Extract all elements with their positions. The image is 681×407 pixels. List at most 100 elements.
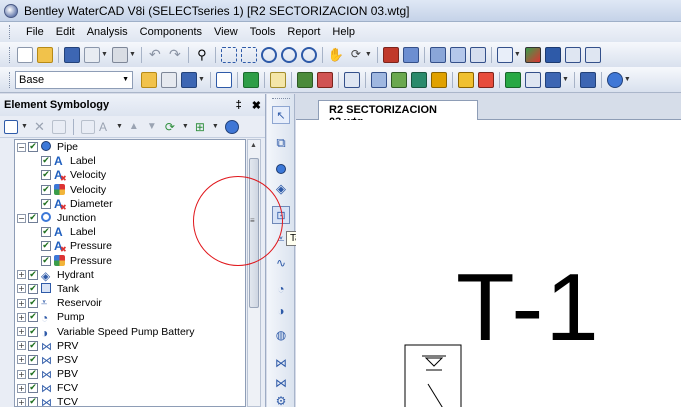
visibility-checkbox[interactable]: ✔ <box>41 184 51 195</box>
menu-tools[interactable]: Tools <box>244 26 282 38</box>
tree-node-symbology[interactable]: ✔ A Label <box>15 154 245 168</box>
page-setup-icon[interactable] <box>84 46 100 63</box>
calculation-options-icon[interactable] <box>181 71 197 88</box>
expand-toggle-icon[interactable]: + <box>17 397 26 406</box>
wave-icon[interactable]: ∿ <box>272 254 290 272</box>
tree-node-element[interactable]: + ✔ ◈ Hydrant <box>15 268 245 283</box>
tree-node-symbology[interactable]: ✔ A ✖ Velocity <box>15 168 245 183</box>
visibility-checkbox[interactable]: ✔ <box>41 170 51 181</box>
flextables-icon[interactable] <box>429 46 446 63</box>
chevron-down-icon[interactable]: ▼ <box>624 76 631 83</box>
zoom-window-icon[interactable] <box>240 46 257 63</box>
zoom-out-icon[interactable] <box>280 46 297 63</box>
tank-label[interactable]: T-1 <box>456 260 601 356</box>
tree-node-element[interactable]: + ✔ ◑ Variable Speed Pump Battery <box>15 324 245 340</box>
rename-icon[interactable] <box>80 119 95 134</box>
properties-icon[interactable] <box>51 119 66 134</box>
close-icon[interactable]: ✖ <box>252 99 261 112</box>
named-views-icon[interactable] <box>564 46 581 63</box>
chevron-down-icon[interactable]: ▼ <box>365 51 372 58</box>
skelebrator-icon[interactable] <box>504 71 521 88</box>
chevron-down-icon[interactable]: ▼ <box>514 51 521 58</box>
junction-icon[interactable] <box>272 160 290 178</box>
controls-icon[interactable] <box>296 71 313 88</box>
toolbar-grip[interactable] <box>9 46 12 63</box>
darwin-designer-icon[interactable] <box>410 71 427 88</box>
visibility-checkbox[interactable]: ✔ <box>28 326 38 337</box>
expand-all-icon[interactable]: ⟳ <box>165 120 179 134</box>
visibility-checkbox[interactable]: ✔ <box>28 340 38 351</box>
components-icon[interactable] <box>343 71 360 88</box>
compute-icon[interactable] <box>242 71 259 88</box>
refresh-icon[interactable]: ⟳ <box>348 47 364 63</box>
visibility-checkbox[interactable]: ✔ <box>28 142 38 153</box>
pump-icon[interactable]: ◔ <box>272 280 290 298</box>
alternatives-icon[interactable] <box>161 71 177 88</box>
zoom-extents-icon[interactable] <box>220 46 237 63</box>
spot-elevation-icon[interactable]: ⚙ <box>272 392 290 407</box>
help-icon[interactable] <box>224 119 239 134</box>
menu-analysis[interactable]: Analysis <box>81 26 134 38</box>
open-folder-icon[interactable] <box>37 46 53 63</box>
symbology-tree[interactable]: − ✔ Pipe ✔ A Label ✔ A ✖ Velocity ✔ Velocity ✔ A ✖ Diam… <box>14 139 246 407</box>
layout-pipe-icon[interactable]: ⧉ <box>272 134 290 152</box>
drawing-canvas[interactable]: T-1 <box>296 120 681 407</box>
help-icon[interactable] <box>606 71 623 88</box>
chevron-down-icon[interactable]: ▼ <box>116 123 123 130</box>
darwin-calibrator-icon[interactable] <box>430 71 447 88</box>
toolbar-grip[interactable] <box>9 71 12 88</box>
pan-icon[interactable]: ✋ <box>328 47 344 63</box>
add-folder-icon[interactable]: ⊞ <box>195 120 209 134</box>
criticality-icon[interactable] <box>477 71 494 88</box>
visibility-checkbox[interactable]: ✔ <box>41 227 51 238</box>
print-icon[interactable] <box>111 46 128 63</box>
expand-toggle-icon[interactable]: + <box>17 284 26 294</box>
chevron-down-icon[interactable]: ▼ <box>562 76 569 83</box>
tree-node-element[interactable]: + ✔ ◔ Pump <box>15 310 245 325</box>
menu-components[interactable]: Components <box>134 26 208 38</box>
element-properties-icon[interactable] <box>382 46 399 63</box>
collapse-toggle-icon[interactable]: − <box>17 142 26 152</box>
visibility-checkbox[interactable]: ✔ <box>28 369 38 380</box>
visibility-checkbox[interactable]: ✔ <box>28 283 38 294</box>
energy-costs-icon[interactable] <box>390 71 407 88</box>
chevron-down-icon[interactable]: ▼ <box>101 51 108 58</box>
zoom-in-icon[interactable] <box>260 46 277 63</box>
select-icon[interactable]: ↖ <box>272 106 290 124</box>
pin-icon[interactable]: ‡ <box>236 99 242 112</box>
expand-toggle-icon[interactable]: + <box>17 355 26 365</box>
chevron-down-icon[interactable]: ▼ <box>182 123 189 130</box>
aerial-view-icon[interactable] <box>584 46 601 63</box>
visibility-checkbox[interactable]: ✔ <box>28 213 38 224</box>
chevron-down-icon[interactable]: ▼ <box>129 51 136 58</box>
delete-icon[interactable]: ✕ <box>34 120 48 134</box>
new-icon[interactable] <box>4 119 18 134</box>
tree-node-element[interactable]: + ✔ ⋈ PSV <box>15 353 245 367</box>
expand-toggle-icon[interactable]: + <box>17 298 26 308</box>
save-icon[interactable] <box>64 46 80 63</box>
tree-node-element[interactable]: + ✔ ⋈ PBV <box>15 367 245 381</box>
thiessen-icon[interactable] <box>524 71 541 88</box>
tab-drawing[interactable]: R2 SECTORIZACION 03.wtg <box>318 100 478 128</box>
new-file-icon[interactable] <box>17 46 33 63</box>
validate-icon[interactable] <box>215 71 232 88</box>
chevron-down-icon[interactable]: ▼ <box>122 76 129 83</box>
text-style-icon[interactable]: A <box>99 120 113 134</box>
expand-toggle-icon[interactable]: + <box>17 327 26 337</box>
tree-node-element[interactable]: + ✔ ⋈ FCV <box>15 381 245 395</box>
zoom-previous-icon[interactable] <box>300 46 317 63</box>
visibility-checkbox[interactable]: ✔ <box>28 298 38 309</box>
chevron-down-icon[interactable]: ▼ <box>198 76 205 83</box>
expand-toggle-icon[interactable]: + <box>17 270 26 280</box>
scenario-combo[interactable]: Base ▼ <box>15 70 133 89</box>
turbine-icon[interactable]: ◍ <box>272 326 290 344</box>
menu-edit[interactable]: Edit <box>50 26 81 38</box>
move-down-icon[interactable]: ▼ <box>147 120 161 134</box>
tree-node-element[interactable]: + ✔ ⋈ PRV <box>15 339 245 353</box>
element-symbology-icon[interactable] <box>402 46 419 63</box>
scenarios-icon[interactable] <box>141 71 157 88</box>
hydrant-flow-icon[interactable] <box>544 71 561 88</box>
transient-icon[interactable] <box>579 71 596 88</box>
vspb-icon[interactable]: ◑ <box>272 302 290 320</box>
visibility-checkbox[interactable]: ✔ <box>41 241 51 252</box>
